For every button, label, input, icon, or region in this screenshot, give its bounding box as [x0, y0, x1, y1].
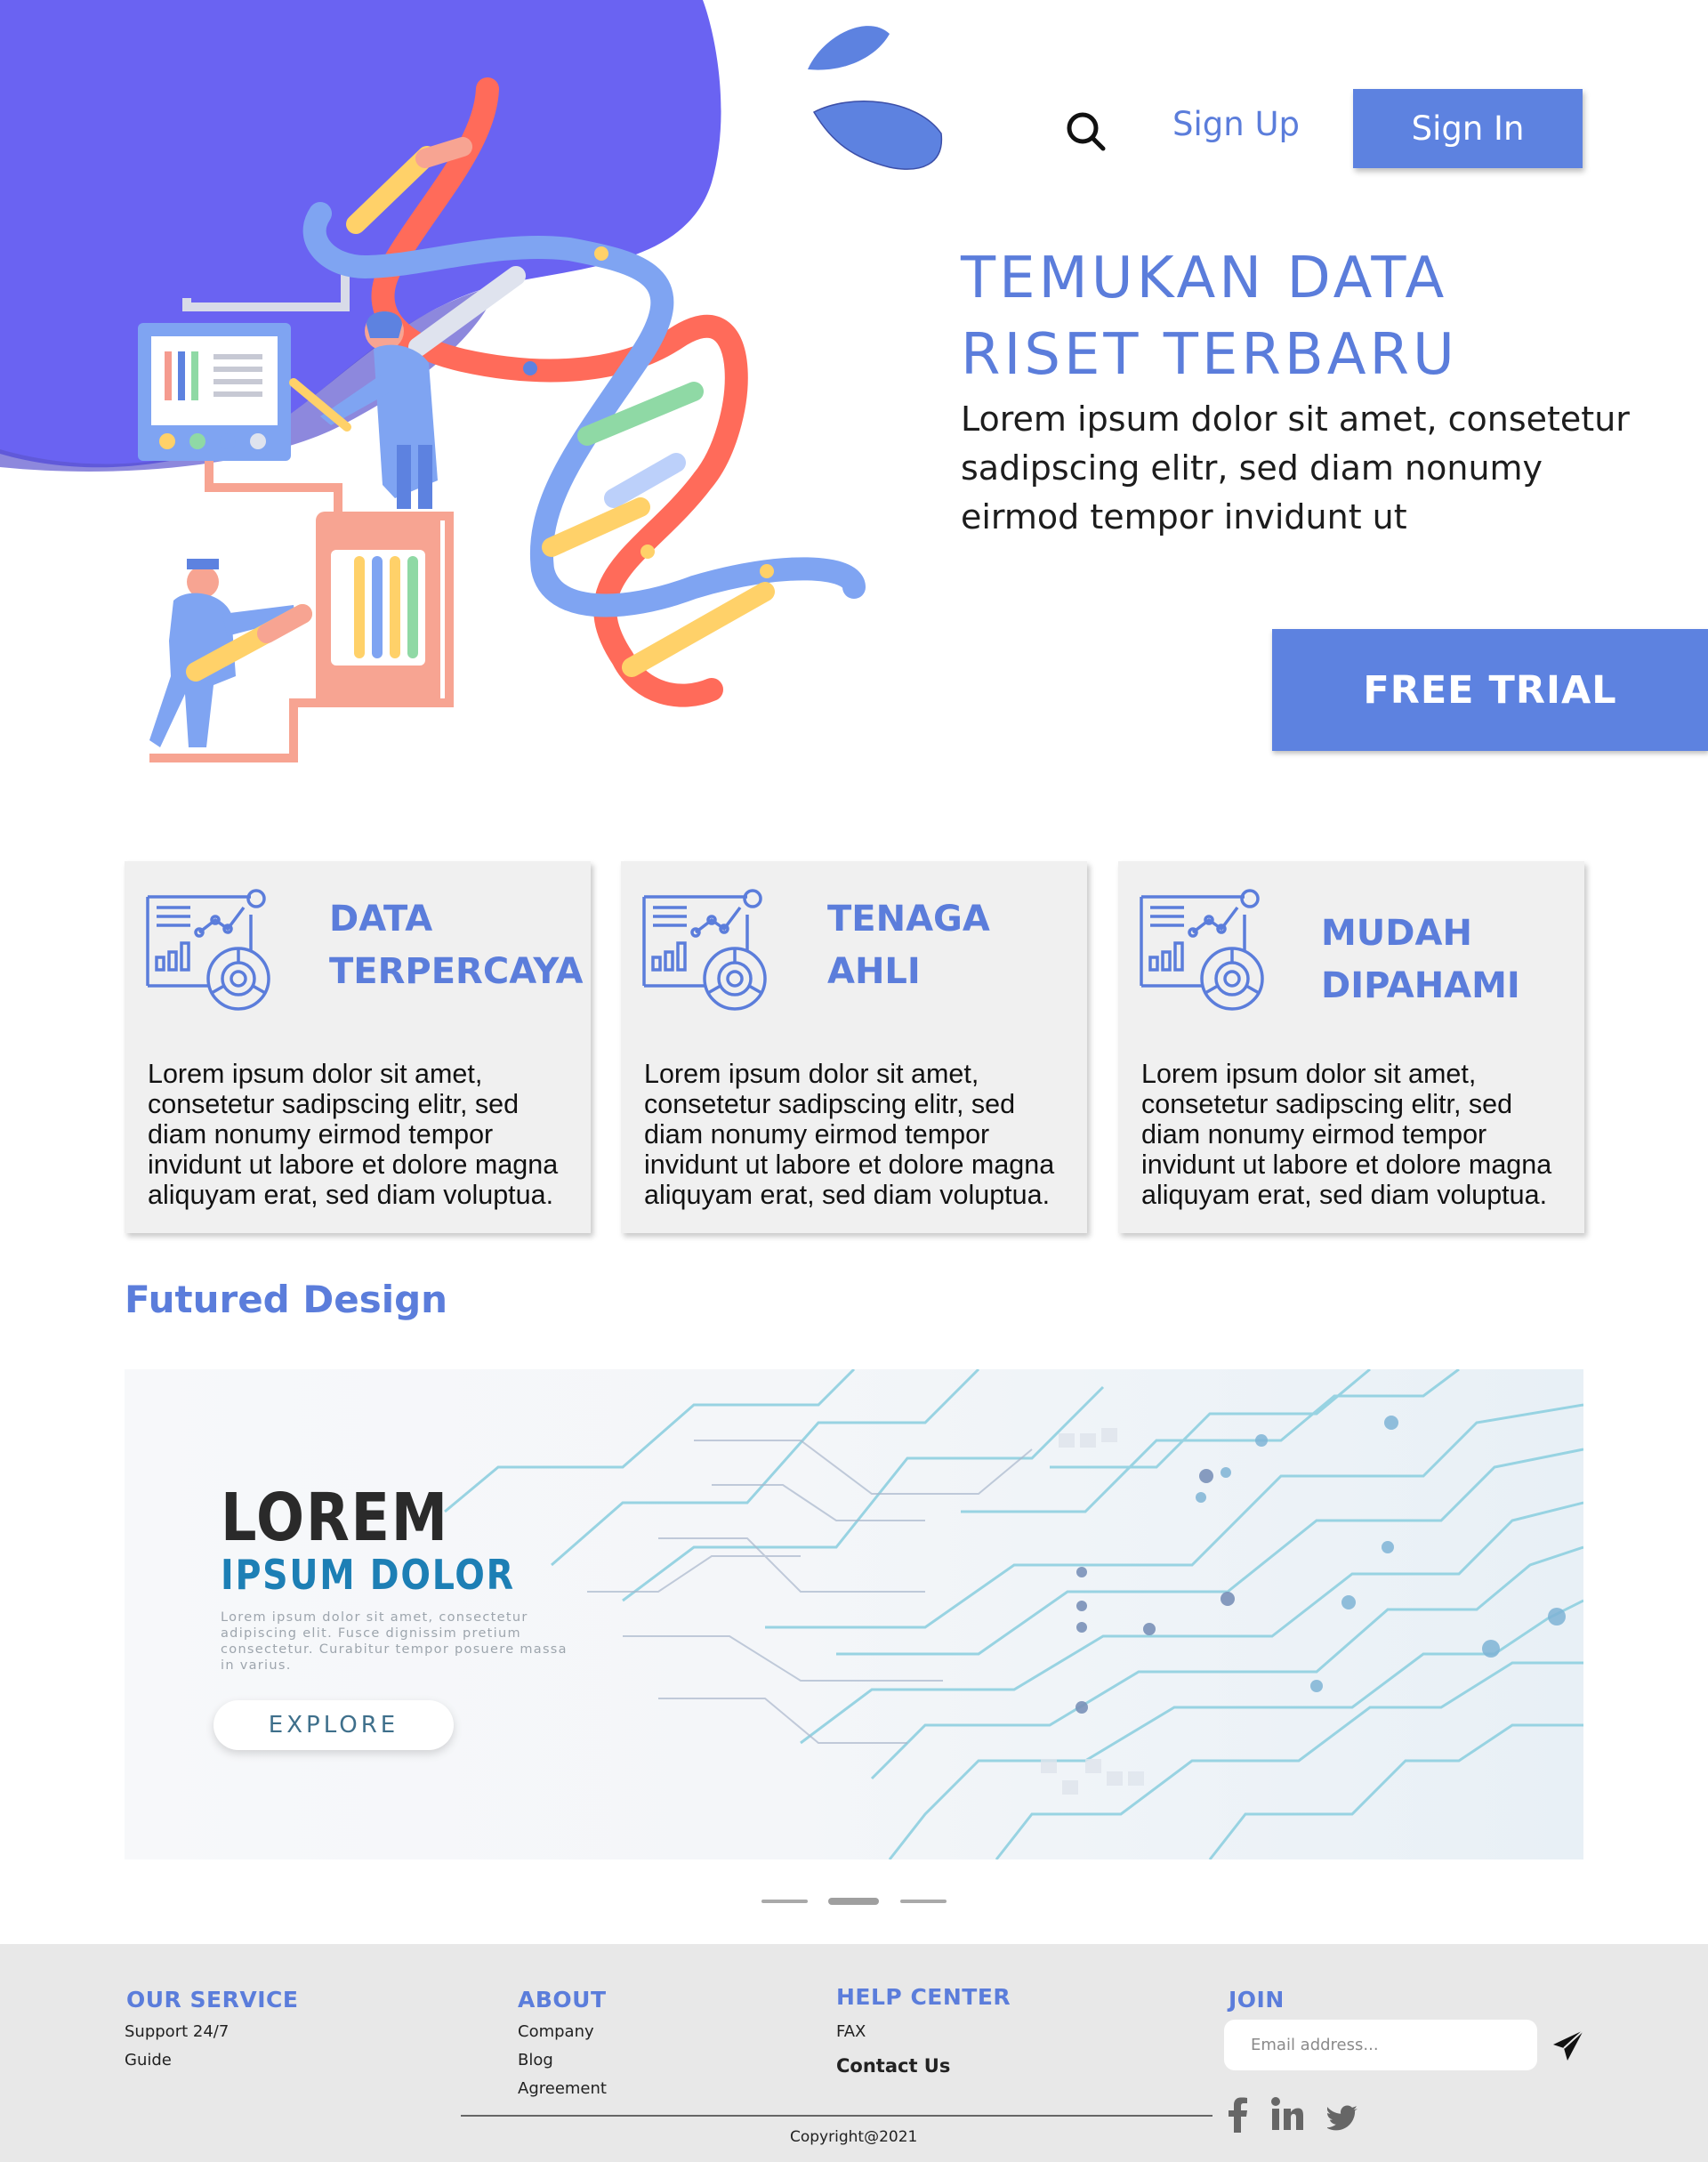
carousel-dot[interactable]	[761, 1900, 808, 1903]
paper-plane-icon[interactable]	[1551, 2029, 1585, 2062]
footer-heading-help-center: HELP CENTER	[836, 1984, 1011, 2010]
feature-title: MUDAH DIPAHAMI	[1321, 908, 1520, 1012]
feature-title: TENAGA AHLI	[827, 893, 990, 998]
copyright-text: Copyright@2021	[790, 2128, 918, 2146]
footer-divider	[461, 2115, 1213, 2117]
banner-body-text: Lorem ipsum dolor sit amet, consectetur …	[221, 1610, 568, 1673]
footer: OUR SERVICE Support 24/7 Guide ABOUT Com…	[0, 1944, 1708, 2162]
feature-title: DATA TERPERCAYA	[329, 893, 583, 998]
footer-heading-join: JOIN	[1229, 1987, 1285, 2013]
feature-description: Lorem ipsum dolor sit amet, consetetur s…	[1141, 1059, 1552, 1210]
feature-card-mudah-dipahami: MUDAH DIPAHAMI Lorem ipsum dolor sit ame…	[1118, 861, 1584, 1233]
analytics-dashboard-icon	[146, 889, 270, 1011]
sign-up-link[interactable]: Sign Up	[1172, 105, 1300, 143]
feature-title-line: TERPERCAYA	[329, 951, 584, 992]
footer-link-fax[interactable]: FAX	[836, 2022, 866, 2041]
feature-title-line: TENAGA	[827, 899, 990, 940]
footer-link-agreement[interactable]: Agreement	[518, 2079, 607, 2098]
search-icon[interactable]	[1063, 109, 1109, 155]
footer-link-guide[interactable]: Guide	[125, 2051, 172, 2069]
email-input[interactable]	[1224, 2020, 1537, 2070]
carousel-dot-active[interactable]	[828, 1898, 879, 1905]
featured-banner: LOREM IPSUM DOLOR Lorem ipsum dolor sit …	[125, 1369, 1583, 1859]
feature-title-line: DIPAHAMI	[1321, 965, 1520, 1006]
sign-in-button[interactable]: Sign In	[1353, 89, 1583, 168]
section-title: Futured Design	[125, 1278, 448, 1321]
footer-heading-about: ABOUT	[518, 1987, 607, 2013]
feature-title-line: MUDAH	[1321, 913, 1472, 954]
feature-title-line: DATA	[329, 899, 433, 940]
footer-heading-our-service: OUR SERVICE	[126, 1987, 299, 2013]
analytics-dashboard-icon	[1140, 889, 1264, 1011]
facebook-icon[interactable]	[1226, 2097, 1249, 2133]
footer-link-blog[interactable]: Blog	[518, 2051, 553, 2069]
hero-illustration	[0, 0, 943, 762]
hero-title: TEMUKAN DATA RISET TERBARU	[961, 246, 1458, 388]
explore-button[interactable]: EXPLORE	[214, 1700, 454, 1750]
feature-card-tenaga-ahli: TENAGA AHLI Lorem ipsum dolor sit amet, …	[621, 861, 1087, 1233]
carousel-dot[interactable]	[900, 1900, 947, 1903]
feature-title-line: AHLI	[827, 951, 921, 992]
feature-description: Lorem ipsum dolor sit amet, consetetur s…	[148, 1059, 559, 1210]
linkedin-icon[interactable]	[1270, 2097, 1304, 2133]
hero-description: Lorem ipsum dolor sit amet, consetetur s…	[961, 399, 1630, 536]
feature-card-data-terpercaya: DATA TERPERCAYA Lorem ipsum dolor sit am…	[125, 861, 591, 1233]
free-trial-button[interactable]: FREE TRIAL	[1272, 629, 1708, 751]
banner-subheading: IPSUM DOLOR	[221, 1551, 515, 1599]
banner-heading: LOREM	[221, 1480, 449, 1556]
twitter-icon[interactable]	[1327, 2101, 1358, 2136]
footer-link-support[interactable]: Support 24/7	[125, 2022, 229, 2041]
footer-link-contact-us[interactable]: Contact Us	[836, 2055, 950, 2077]
footer-link-company[interactable]: Company	[518, 2022, 594, 2041]
analytics-dashboard-icon	[642, 889, 767, 1011]
feature-description: Lorem ipsum dolor sit amet, consetetur s…	[644, 1059, 1055, 1210]
